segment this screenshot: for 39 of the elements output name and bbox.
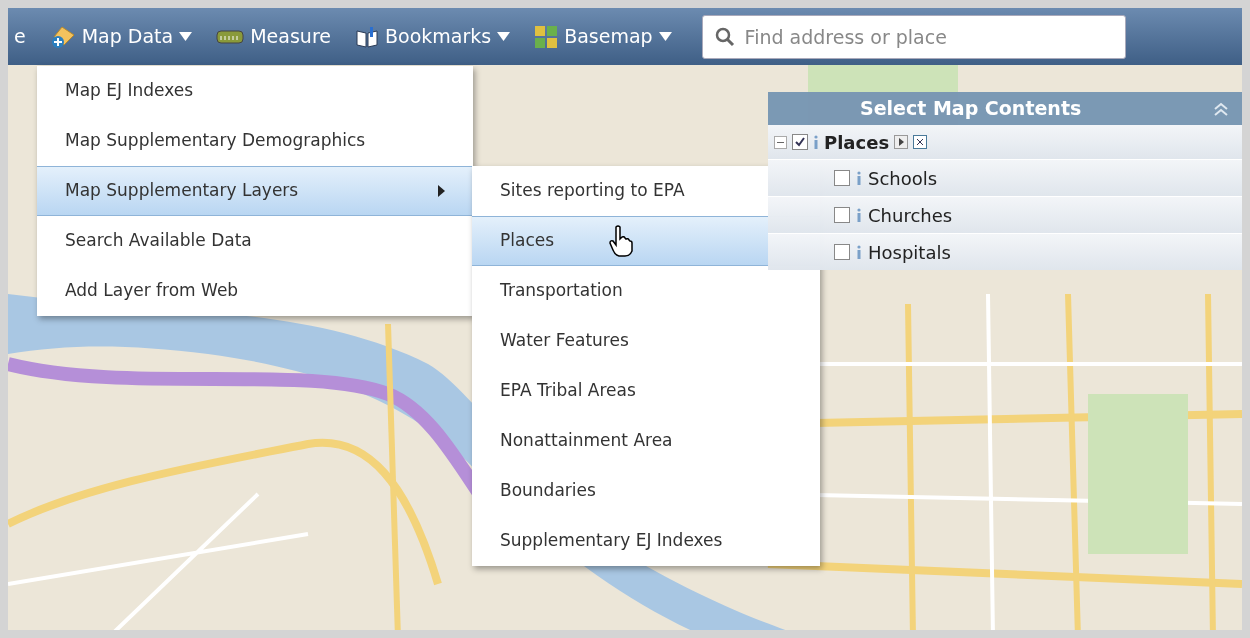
layer-label: Hospitals	[868, 240, 951, 265]
panel-title: Select Map Contents	[860, 96, 1082, 122]
checkbox[interactable]	[834, 170, 850, 186]
menu-item[interactable]: Add Layer from Web	[37, 266, 473, 316]
hand-cursor-icon	[608, 225, 634, 257]
checkbox[interactable]	[834, 244, 850, 260]
diamond-plus-icon	[49, 24, 76, 49]
menu-item[interactable]: Nonattainment Area	[472, 416, 820, 466]
menu-item[interactable]: Map Supplementary Layers	[37, 166, 473, 216]
expand-toggle[interactable]	[774, 135, 787, 149]
toolbar-button[interactable]: Map Data	[49, 22, 193, 51]
checkbox[interactable]	[792, 134, 808, 150]
close-icon[interactable]	[913, 135, 928, 149]
menu-item[interactable]: Map Supplementary Demographics	[37, 116, 473, 166]
info-icon[interactable]	[856, 208, 862, 222]
basemap-grid-icon	[534, 24, 559, 49]
menu-item[interactable]: Supplementary EJ Indexes	[472, 516, 820, 566]
menu-item[interactable]: Map EJ Indexes	[37, 66, 473, 116]
menu-item[interactable]: Water Features	[472, 316, 820, 366]
layer-label: Schools	[868, 166, 938, 191]
checkbox[interactable]	[834, 207, 850, 223]
toolbar-button[interactable]: Measure	[216, 22, 331, 51]
collapse-icon[interactable]	[1214, 101, 1228, 116]
toolbar-button[interactable]: Basemap	[534, 22, 672, 51]
info-icon[interactable]	[856, 245, 862, 259]
info-icon[interactable]	[813, 135, 819, 149]
toolbar-button[interactable]: e	[14, 22, 26, 51]
toolbar-button[interactable]: Bookmarks	[354, 22, 511, 51]
menu-item[interactable]: Search Available Data	[37, 216, 473, 266]
layer-label: Churches	[868, 203, 953, 228]
search-icon	[714, 26, 735, 47]
play-icon[interactable]	[894, 135, 909, 149]
menu-item[interactable]: Boundaries	[472, 466, 820, 516]
book-icon	[354, 25, 379, 48]
menu-item[interactable]: EPA Tribal Areas	[472, 366, 820, 416]
menu-item[interactable]: Transportation	[472, 266, 820, 316]
search-field[interactable]: Find address or place	[701, 14, 1126, 59]
info-icon[interactable]	[856, 171, 862, 185]
layer-label: Places	[824, 130, 890, 155]
